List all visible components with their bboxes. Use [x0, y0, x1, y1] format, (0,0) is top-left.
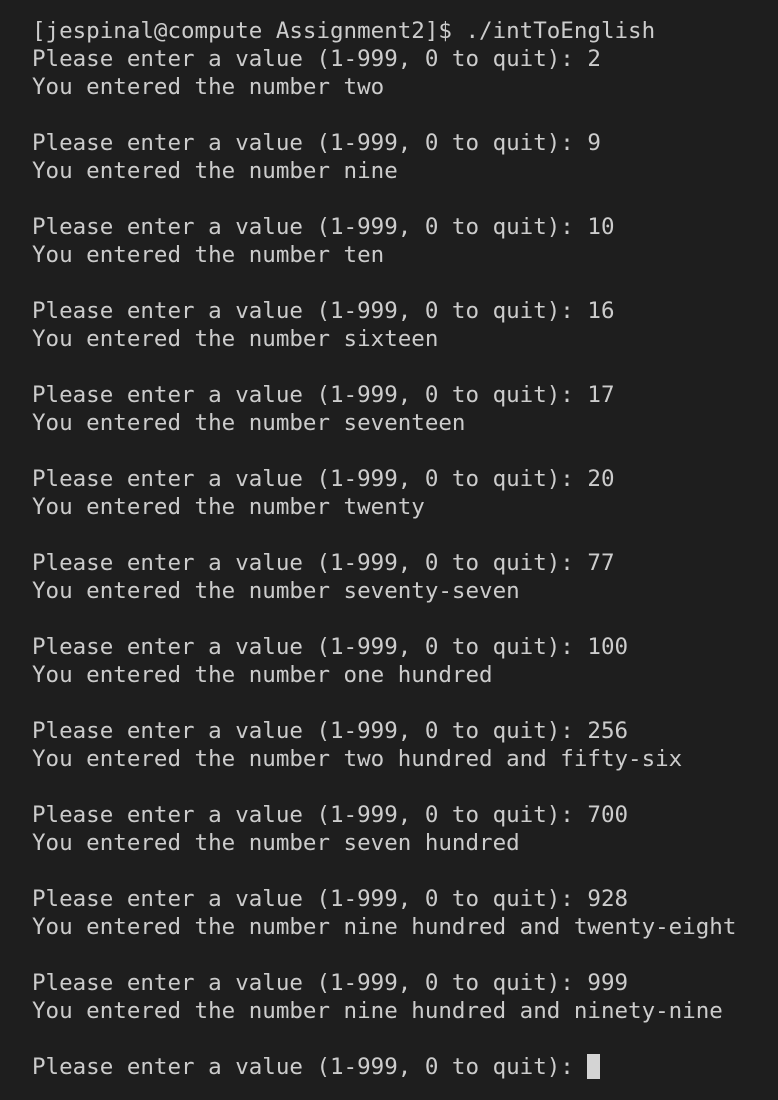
output-line: You entered the number seven hundred: [32, 830, 520, 856]
prompt-line: Please enter a value (1-999, 0 to quit):…: [32, 46, 601, 72]
prompt-line: Please enter a value (1-999, 0 to quit):…: [32, 130, 601, 156]
output-line: You entered the number two: [32, 74, 385, 100]
prompt-line: Please enter a value (1-999, 0 to quit):…: [32, 382, 615, 408]
output-line: You entered the number seventy-seven: [32, 578, 520, 604]
prompt-line: Please enter a value (1-999, 0 to quit):…: [32, 466, 615, 492]
output-line: You entered the number nine hundred and …: [32, 914, 737, 940]
prompt-line: Please enter a value (1-999, 0 to quit):…: [32, 214, 615, 240]
prompt-line: Please enter a value (1-999, 0 to quit):…: [32, 970, 629, 996]
prompt-line: Please enter a value (1-999, 0 to quit):…: [32, 634, 629, 660]
command-line: [jespinal@compute Assignment2]$ ./intToE…: [32, 18, 656, 44]
output-line: You entered the number two hundred and f…: [32, 746, 683, 772]
output-line: You entered the number nine: [32, 158, 398, 184]
prompt-line: Please enter a value (1-999, 0 to quit):…: [32, 550, 615, 576]
prompt-line: Please enter a value (1-999, 0 to quit):…: [32, 298, 615, 324]
output-line: You entered the number sixteen: [32, 326, 439, 352]
final-prompt: Please enter a value (1-999, 0 to quit):: [32, 1054, 588, 1080]
terminal-window[interactable]: [jespinal@compute Assignment2]$ ./intToE…: [0, 0, 778, 1100]
output-line: You entered the number ten: [32, 242, 385, 268]
prompt-line: Please enter a value (1-999, 0 to quit):…: [32, 802, 629, 828]
prompt-line: Please enter a value (1-999, 0 to quit):…: [32, 886, 629, 912]
input-line[interactable]: Please enter a value (1-999, 0 to quit):: [32, 1053, 778, 1081]
output-line: You entered the number nine hundred and …: [32, 998, 723, 1024]
text-cursor[interactable]: [587, 1054, 601, 1079]
output-line: You entered the number twenty: [32, 494, 425, 520]
prompt-line: Please enter a value (1-999, 0 to quit):…: [32, 718, 629, 744]
output-line: You entered the number seventeen: [32, 410, 466, 436]
output-line: You entered the number one hundred: [32, 662, 493, 688]
